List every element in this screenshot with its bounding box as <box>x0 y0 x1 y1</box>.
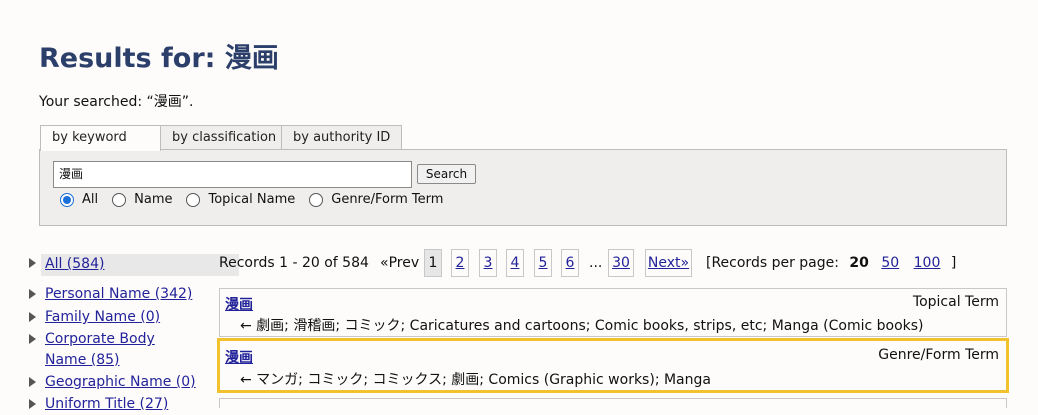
result-heading-link[interactable]: 漫画 <box>225 347 253 367</box>
per-page-50-link[interactable]: 50 <box>881 255 899 271</box>
radio-topical-name[interactable] <box>186 192 201 207</box>
expand-triangle-icon[interactable] <box>29 399 36 409</box>
sidebar-item-all: All (584) <box>27 253 239 277</box>
search-scope-radios: All Name Topical Name Genre/Form Term <box>60 192 457 207</box>
sidebar-link-corporate-body-count[interactable]: Name (85) <box>45 352 120 368</box>
result-see-from: ← 劇画; 滑稽画; コミック; Caricatures and cartoon… <box>240 318 924 334</box>
search-button[interactable]: Search <box>417 164 476 184</box>
page-2-link[interactable]: 2 <box>451 249 469 277</box>
radio-name[interactable] <box>112 192 127 207</box>
page-5-link[interactable]: 5 <box>534 249 552 277</box>
radio-genre-form-term-label: Genre/Form Term <box>331 192 444 207</box>
expand-triangle-icon[interactable] <box>29 258 36 268</box>
sidebar-link-corporate-body[interactable]: Corporate Body <box>45 331 155 347</box>
sidebar-item-uniform-title: Uniform Title (27) <box>27 395 227 415</box>
result-row-partial <box>219 398 1007 408</box>
tab-classification[interactable]: by classification <box>160 125 282 150</box>
radio-all[interactable] <box>60 192 74 207</box>
result-see-from: ← マンガ; コミック; コミックス; 劇画; Comics (Graphic … <box>240 372 711 388</box>
expand-triangle-icon[interactable] <box>29 334 36 344</box>
search-input[interactable]: 漫画 <box>53 161 412 188</box>
per-page-label: [Records per page: <box>706 255 839 271</box>
expand-triangle-icon[interactable] <box>29 312 36 322</box>
search-summary: Your searched: “漫画”. <box>39 94 194 110</box>
sidebar-item-family-name: Family Name (0) <box>27 308 227 328</box>
result-type: Topical Term <box>912 294 999 310</box>
page-3-link[interactable]: 3 <box>479 249 497 277</box>
radio-name-label: Name <box>134 192 173 207</box>
tab-keyword[interactable]: by keyword <box>40 125 161 151</box>
result-row: 漫画 Topical Term ← 劇画; 滑稽画; コミック; Caricat… <box>219 288 1007 337</box>
per-page-100-link[interactable]: 100 <box>914 255 941 271</box>
page-1-current: 1 <box>424 249 442 277</box>
sidebar-item-corporate-body-name: Corporate Body Name (85) <box>27 330 227 372</box>
prev-link: «Prev <box>380 255 420 271</box>
radio-all-label: All <box>82 192 99 207</box>
page-ellipsis: ... <box>589 255 603 271</box>
next-link[interactable]: Next» <box>645 249 692 277</box>
search-tabs: by keyword by classification by authorit… <box>40 125 402 151</box>
page-4-link[interactable]: 4 <box>506 249 524 277</box>
page-title: Results for: 漫画 <box>39 43 279 74</box>
sidebar-link-uniform-title[interactable]: Uniform Title (27) <box>45 396 168 412</box>
page-6-link[interactable]: 6 <box>561 249 579 277</box>
result-row-highlighted: 漫画 Genre/Form Term ← マンガ; コミック; コミックス; 劇… <box>217 338 1009 393</box>
tab-authority-id[interactable]: by authority ID <box>281 125 402 150</box>
sidebar-item-geographic-name: Geographic Name (0) <box>27 373 227 393</box>
radio-genre-form-term[interactable] <box>309 192 324 207</box>
result-heading-link[interactable]: 漫画 <box>225 294 253 314</box>
sidebar-link-all[interactable]: All (584) <box>45 256 104 272</box>
result-type: Genre/Form Term <box>878 347 999 363</box>
expand-triangle-icon[interactable] <box>29 289 36 299</box>
sidebar-link-personal-name[interactable]: Personal Name (342) <box>45 286 192 302</box>
records-per-page: [Records per page: 20 50 100 ] <box>706 255 956 271</box>
per-page-current: 20 <box>849 255 869 271</box>
per-page-close: ] <box>950 255 957 271</box>
page-30-link[interactable]: 30 <box>608 249 634 277</box>
sidebar-link-family-name[interactable]: Family Name (0) <box>45 309 160 325</box>
record-count: Records 1 - 20 of 584 <box>219 255 369 271</box>
sidebar-link-geographic-name[interactable]: Geographic Name (0) <box>45 374 196 390</box>
sidebar-item-personal-name: Personal Name (342) <box>27 285 227 305</box>
search-panel: 漫画 Search All Name Topical Name Genre/Fo… <box>39 149 1007 226</box>
expand-triangle-icon[interactable] <box>29 377 36 387</box>
radio-topical-name-label: Topical Name <box>208 192 296 207</box>
